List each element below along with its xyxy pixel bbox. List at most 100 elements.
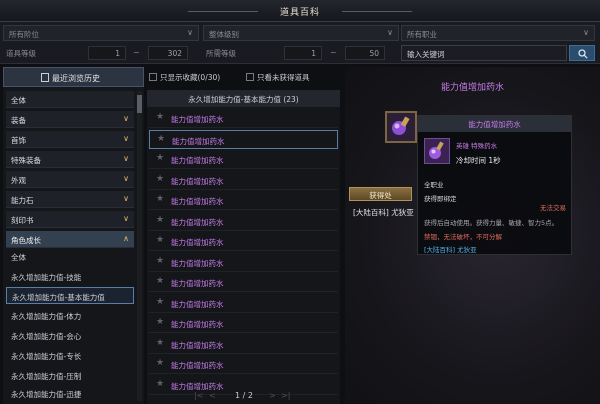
category-accessory[interactable]: 首饰 ∨ bbox=[6, 131, 134, 148]
item-name: 能力值增加药水 bbox=[171, 217, 224, 227]
category-engraving-book[interactable]: 刻印书 ∨ bbox=[6, 211, 134, 228]
favorites-checkbox[interactable]: 只显示收藏(0/30) bbox=[149, 72, 220, 83]
category-equipment[interactable]: 装备 ∨ bbox=[6, 111, 134, 128]
subcategory-crit[interactable]: 永久增加能力值-会心 bbox=[6, 327, 134, 344]
favorite-star-icon[interactable]: ★ bbox=[156, 256, 164, 266]
item-detail-panel: 能力值增加药水 获得处 [大陆百科] 尤狄亚 能力值增加药水 英雄 特殊药水 冷… bbox=[345, 67, 600, 404]
item-name: 能力值增加药水 bbox=[171, 238, 224, 247]
favorite-star-icon[interactable]: ★ bbox=[156, 174, 164, 184]
class-select[interactable]: 所有职业 ∨ bbox=[401, 25, 595, 41]
list-item[interactable]: ★ 能力值增加药水 bbox=[149, 314, 338, 333]
category-all[interactable]: 全体 bbox=[6, 91, 134, 108]
scrollbar-thumb[interactable] bbox=[137, 95, 142, 113]
chevron-down-icon: ∨ bbox=[123, 114, 129, 123]
item-level-max-input[interactable]: 302 bbox=[148, 46, 188, 60]
list-item[interactable]: ★ 能力值增加药水 bbox=[149, 109, 338, 128]
tooltip-source: [大陆百科] 尤狄亚 bbox=[424, 246, 477, 254]
type-select-value: 整体级别 bbox=[209, 30, 239, 39]
list-item[interactable]: ★ 能力值增加药水 bbox=[149, 232, 338, 251]
favorite-star-icon[interactable]: ★ bbox=[156, 317, 164, 327]
favorite-star-icon[interactable]: ★ bbox=[156, 358, 164, 368]
list-item[interactable]: ★ 能力值增加药水 bbox=[149, 150, 338, 169]
search-input[interactable]: 输入关键词 bbox=[401, 45, 567, 61]
category-ability-stone[interactable]: 能力石 ∨ bbox=[6, 191, 134, 208]
tooltip-grade: 英雄 特殊药水 bbox=[456, 142, 498, 150]
first-page-button[interactable]: |< bbox=[194, 391, 203, 400]
subcategory-all[interactable]: 全体 bbox=[6, 248, 134, 265]
subcategory-skill[interactable]: 永久增加能力值-技能 bbox=[6, 268, 134, 285]
favorite-star-icon[interactable]: ★ bbox=[157, 134, 165, 144]
unobtained-label: 只看未获得道具 bbox=[257, 73, 310, 82]
search-button[interactable] bbox=[569, 45, 595, 61]
chevron-down-icon: ∨ bbox=[123, 174, 129, 183]
list-item[interactable]: ★ 能力值增加药水 bbox=[149, 273, 338, 292]
next-page-button[interactable]: > bbox=[269, 391, 276, 400]
prev-page-button[interactable]: < bbox=[209, 391, 216, 400]
required-level-min-input[interactable]: 1 bbox=[284, 46, 322, 60]
chevron-down-icon: ∨ bbox=[583, 28, 589, 37]
item-name: 能力值增加药水 bbox=[171, 115, 224, 124]
item-level-label: 道具等级 bbox=[6, 49, 36, 58]
recent-history-button[interactable]: 最近浏览历史 bbox=[3, 67, 144, 87]
required-level-tilde: ~ bbox=[330, 48, 337, 57]
category-label: 装备 bbox=[11, 116, 26, 125]
list-item[interactable]: ★ 能力值增加药水 bbox=[149, 212, 338, 231]
subcategory-vitality[interactable]: 永久增加能力值-体力 bbox=[6, 307, 134, 324]
favorite-star-icon[interactable]: ★ bbox=[156, 215, 164, 225]
unobtained-checkbox[interactable]: 只看未获得道具 bbox=[246, 72, 310, 83]
favorite-star-icon[interactable]: ★ bbox=[156, 297, 164, 307]
acquisition-source[interactable]: [大陆百科] 尤狄亚 bbox=[353, 207, 414, 218]
filter-bar: 所有阶位 ∨ 整体级别 ∨ 所有职业 ∨ 道具等级 1 ~ 302 所需等级 1… bbox=[0, 22, 600, 64]
subcategory-specialization[interactable]: 永久增加能力值-专长 bbox=[6, 347, 134, 364]
item-name: 能力值增加药水 bbox=[171, 156, 224, 165]
checkbox-icon bbox=[149, 73, 157, 81]
favorite-star-icon[interactable]: ★ bbox=[156, 338, 164, 348]
required-level-max-input[interactable]: 50 bbox=[345, 46, 385, 60]
category-label: 角色成长 bbox=[11, 236, 41, 245]
favorite-star-icon[interactable]: ★ bbox=[156, 235, 164, 245]
item-tooltip: 能力值增加药水 英雄 特殊药水 冷却时间 1秒 全职业 获得即绑定 无法交易 获… bbox=[417, 115, 572, 255]
favorite-star-icon[interactable]: ★ bbox=[156, 112, 164, 122]
tooltip-no-trade: 无法交易 bbox=[540, 204, 566, 212]
favorite-star-icon[interactable]: ★ bbox=[156, 194, 164, 204]
list-item[interactable]: ★ 能力值增加药水 bbox=[149, 294, 338, 313]
list-item[interactable]: ★ 能力值增加药水 bbox=[149, 171, 338, 190]
last-page-button[interactable]: >| bbox=[281, 391, 290, 400]
list-header: 永久增加能力值-基本能力值 (23) bbox=[147, 90, 340, 107]
favorite-star-icon[interactable]: ★ bbox=[156, 276, 164, 286]
potion-icon bbox=[385, 111, 417, 143]
subcategory-base-stats[interactable]: 永久增加能力值-基本能力值 bbox=[6, 287, 134, 304]
list-item[interactable]: ★ 能力值增加药水 bbox=[149, 129, 338, 149]
item-level-min-input[interactable]: 1 bbox=[88, 46, 126, 60]
recent-history-label: 最近浏览历史 bbox=[52, 74, 100, 83]
category-special-equipment[interactable]: 特殊装备 ∨ bbox=[6, 151, 134, 168]
type-select[interactable]: 整体级别 ∨ bbox=[203, 25, 399, 41]
list-item[interactable]: ★ 能力值增加药水 bbox=[149, 253, 338, 272]
chevron-down-icon: ∨ bbox=[387, 28, 393, 37]
required-level-label: 所需等级 bbox=[206, 49, 236, 58]
sidebar-scrollbar[interactable] bbox=[137, 91, 142, 401]
subcategory-swiftness[interactable]: 永久增加能力值-迅捷 bbox=[6, 385, 134, 402]
category-label: 全体 bbox=[11, 96, 26, 105]
list-item[interactable]: ★ 能力值增加药水 bbox=[149, 191, 338, 210]
category-character-growth[interactable]: 角色成长 ∧ bbox=[6, 231, 134, 248]
chevron-down-icon: ∨ bbox=[123, 134, 129, 143]
rank-select[interactable]: 所有阶位 ∨ bbox=[3, 25, 199, 41]
tooltip-bound: 获得即绑定 bbox=[424, 195, 457, 203]
list-item[interactable]: ★ 能力值增加药水 bbox=[149, 355, 338, 374]
pager: |< < 1 / 2 > >| bbox=[147, 390, 340, 404]
category-label: 能力石 bbox=[11, 196, 34, 205]
category-appearance[interactable]: 外观 ∨ bbox=[6, 171, 134, 188]
window-titlebar: 道具百科 bbox=[0, 0, 600, 22]
item-name: 能力值增加药水 bbox=[171, 320, 224, 329]
list-item[interactable]: ★ 能力值增加药水 bbox=[149, 335, 338, 354]
acquisition-button[interactable]: 获得处 bbox=[349, 187, 412, 201]
item-name: 能力值增加药水 bbox=[171, 279, 224, 288]
favorite-star-icon[interactable]: ★ bbox=[156, 153, 164, 163]
favorite-star-icon[interactable]: ★ bbox=[156, 379, 164, 389]
item-name: 能力值增加药水 bbox=[171, 299, 224, 309]
window-title: 道具百科 bbox=[279, 8, 320, 18]
chevron-down-icon: ∨ bbox=[187, 28, 193, 37]
page-indicator: 1 / 2 bbox=[235, 391, 253, 400]
subcategory-domination[interactable]: 永久增加能力值-压制 bbox=[6, 367, 134, 384]
